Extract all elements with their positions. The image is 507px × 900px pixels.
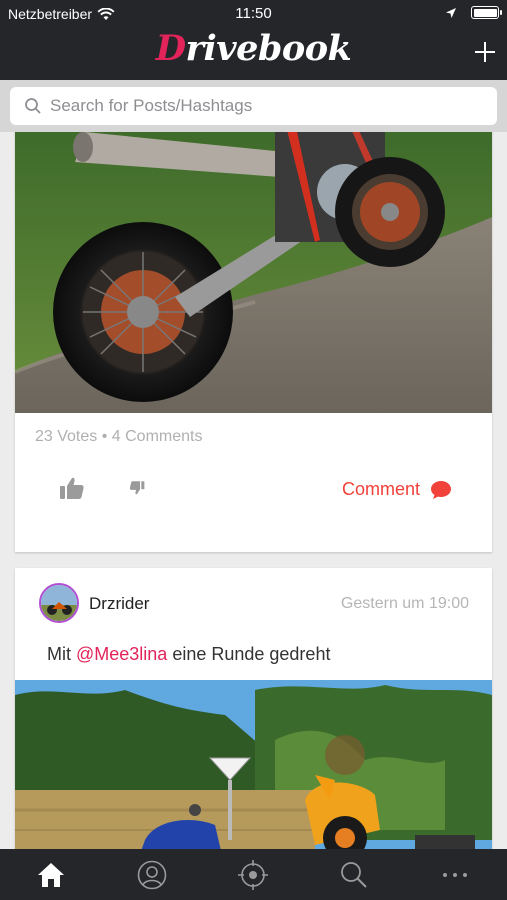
tab-more[interactable] — [438, 859, 472, 891]
downvote-button[interactable] — [129, 480, 145, 496]
post-actions: Comment — [15, 472, 492, 512]
post-timestamp: Gestern um 19:00 — [340, 595, 469, 612]
logo-rest: rivebook — [185, 28, 352, 69]
caption-text: Mit — [47, 644, 76, 664]
top-bar: Netzbetreiber 11:50 Drivebook — [0, 0, 507, 80]
search-icon — [341, 862, 367, 888]
speech-bubble-icon — [431, 480, 451, 499]
search-icon — [25, 98, 41, 114]
upvote-button[interactable] — [59, 476, 85, 500]
location-arrow-icon — [446, 7, 456, 18]
status-bar: Netzbetreiber 11:50 — [0, 0, 507, 28]
avatar[interactable] — [39, 583, 79, 623]
mention-link[interactable]: @Mee3lina — [76, 644, 167, 664]
search-bar-container: Search for Posts/Hashtags — [0, 80, 507, 132]
search-placeholder: Search for Posts/Hashtags — [50, 96, 253, 115]
post-card: Drzrider Gestern um 19:00 Mit @Mee3lina … — [15, 568, 492, 849]
post-stats: 23 Votes • 4 Comments — [35, 428, 203, 445]
more-icon — [443, 873, 467, 877]
app-logo: Drivebook — [0, 28, 507, 69]
caption-text: eine Runde gedreht — [167, 644, 331, 664]
add-post-button[interactable] — [473, 40, 497, 64]
comment-label: Comment — [341, 479, 420, 499]
post-feed[interactable]: 23 Votes • 4 Comments Comment Drzrider G… — [0, 132, 507, 849]
post-card: 23 Votes • 4 Comments Comment — [15, 132, 492, 552]
post-photo[interactable] — [15, 132, 492, 413]
search-input[interactable]: Search for Posts/Hashtags — [10, 87, 497, 125]
map-target-icon — [238, 860, 268, 890]
tab-search[interactable] — [337, 859, 371, 891]
logo-initial: D — [155, 28, 186, 69]
post-photo[interactable] — [15, 680, 492, 849]
post-username[interactable]: Drzrider — [89, 594, 149, 614]
tab-bar — [0, 849, 507, 900]
post-caption: Mit @Mee3lina eine Runde gedreht — [47, 644, 330, 665]
tab-nearby[interactable] — [236, 859, 270, 891]
comment-button[interactable]: Comment — [342, 479, 452, 500]
profile-icon — [137, 860, 167, 890]
tab-profile[interactable] — [135, 859, 169, 891]
battery-icon — [471, 6, 502, 19]
status-right — [445, 6, 502, 19]
home-icon — [38, 863, 64, 887]
clock: 11:50 — [235, 5, 272, 22]
tab-home[interactable] — [34, 859, 68, 891]
post-author-row[interactable]: Drzrider Gestern um 19:00 — [39, 583, 469, 623]
